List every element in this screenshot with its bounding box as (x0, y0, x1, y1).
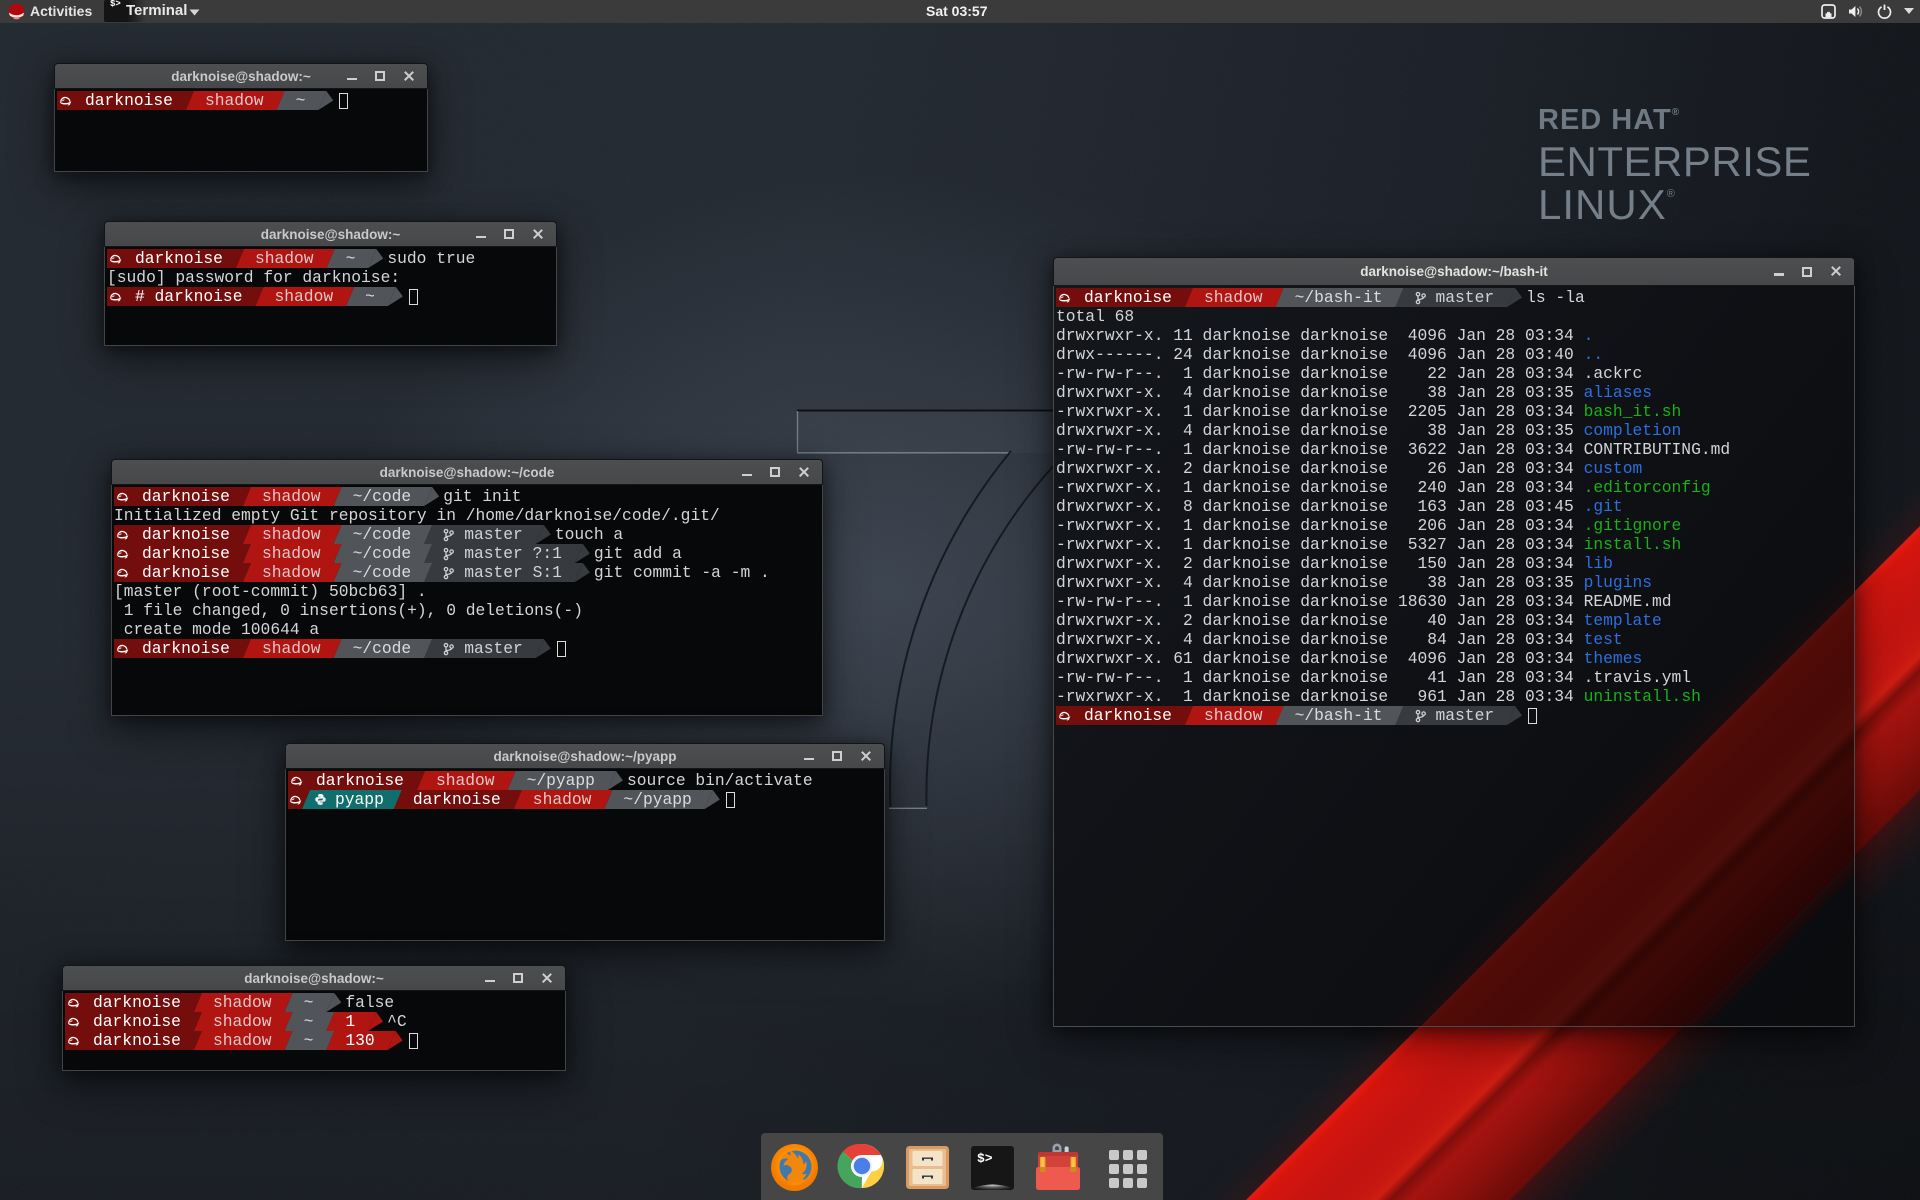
svg-text:$>: $> (977, 1151, 993, 1166)
